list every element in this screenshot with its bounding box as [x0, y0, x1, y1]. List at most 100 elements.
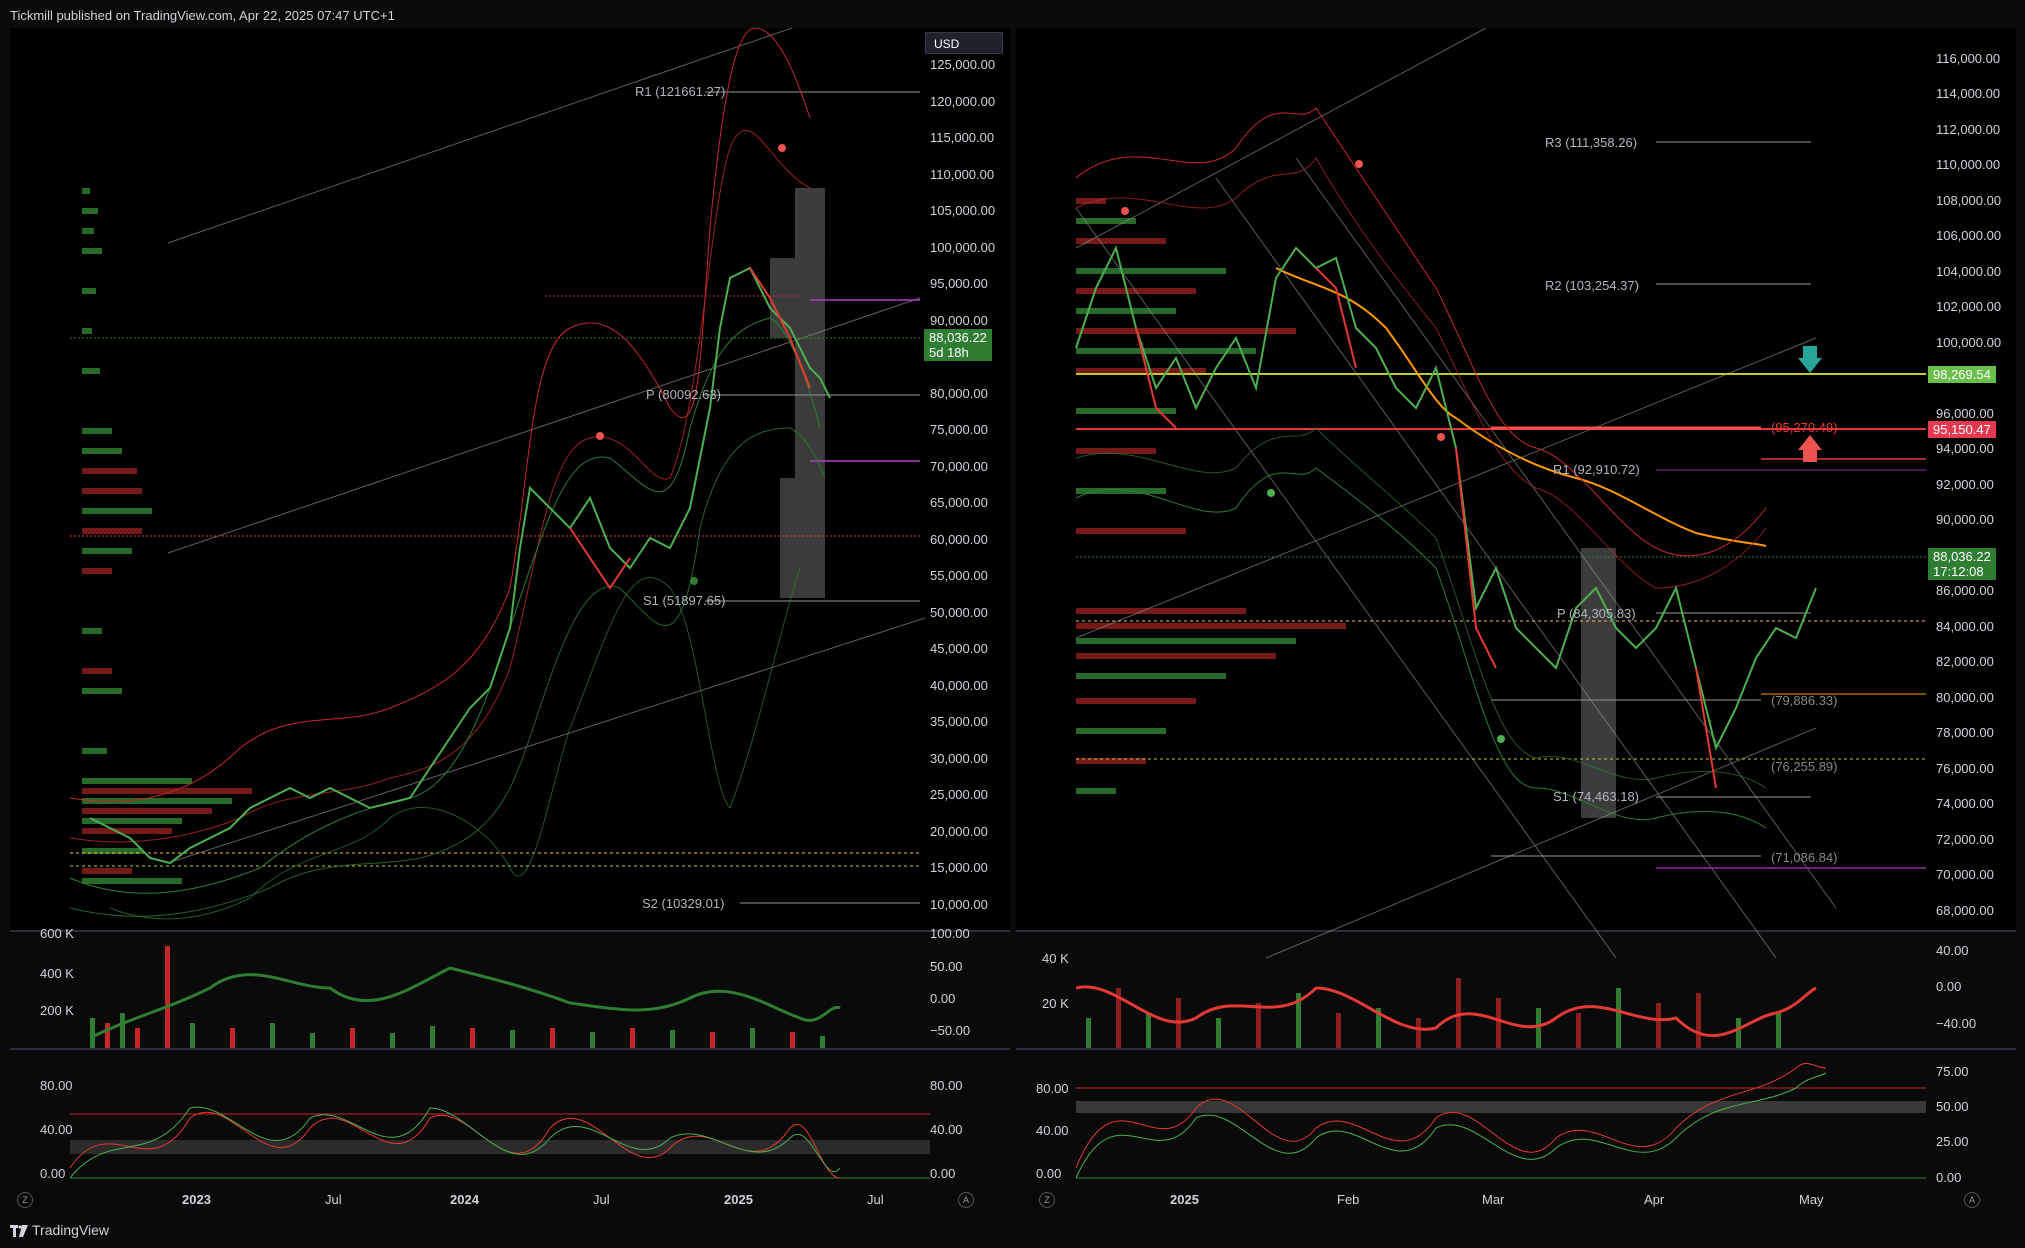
- pivot-p-label: P (84,305.83): [1557, 606, 1636, 621]
- osc-tick: 40.00: [1936, 943, 1969, 958]
- stoch-tick: 40.00: [930, 1122, 963, 1137]
- time-tick: Jul: [325, 1192, 342, 1207]
- tv-logo-icon: [10, 1225, 28, 1238]
- currency-selector[interactable]: USD: [925, 32, 1003, 54]
- pivot-r1-label: R1 (92,910.72): [1553, 462, 1640, 477]
- price-tick: 110,000.00: [1936, 157, 2001, 172]
- stoch-tick: 80.00: [930, 1078, 963, 1093]
- last-price-tag: 88,036.22 17:12:08: [1928, 548, 1996, 580]
- pivot-p-label: P (80092.63): [646, 387, 721, 402]
- sell-arrow-icon: [1798, 435, 1822, 462]
- price-tick: 20,000.00: [930, 824, 988, 839]
- volume-tick: 20 K: [1042, 996, 1069, 1011]
- price-tick: 35,000.00: [930, 714, 988, 729]
- buy-arrow-icon: [1798, 346, 1822, 373]
- price-tick: 120,000.00: [930, 94, 996, 109]
- volume-bars: [1086, 978, 1781, 1048]
- osc-tick: −40.00: [1936, 1016, 1977, 1031]
- level-label: (79,886.33): [1771, 693, 1838, 708]
- volume-tick: 600 K: [40, 926, 74, 941]
- stoch-lines: [1075, 1063, 1827, 1169]
- time-tick: Jul: [593, 1192, 610, 1207]
- time-tick: Jul: [867, 1192, 884, 1207]
- price-tick: 110,000.00: [930, 167, 995, 182]
- level-label: (95,270.49): [1771, 420, 1838, 435]
- publish-info: Tickmill published on TradingView.com, A…: [10, 8, 395, 23]
- price-tick: 25,000.00: [930, 787, 988, 802]
- pivot-s2-label: S2 (10329.01): [642, 896, 725, 911]
- stoch-tick: 25.00: [1936, 1134, 1969, 1149]
- time-tick: Mar: [1482, 1192, 1505, 1207]
- price-tick: 86,000.00: [1936, 583, 1994, 598]
- channel-lines: [1075, 28, 1837, 959]
- osc-tick: 0.00: [1936, 979, 1962, 994]
- time-tick: May: [1799, 1192, 1824, 1207]
- osc-tick: −50.00: [930, 1023, 971, 1038]
- price-tick: 15,000.00: [930, 860, 988, 875]
- footer-bar: TradingView: [0, 1212, 2025, 1248]
- price-tick: 10,000.00: [930, 897, 988, 912]
- price-tick: 94,000.00: [1936, 441, 1994, 456]
- pivot-s1-label: S1 (74,463.18): [1553, 789, 1640, 804]
- oscillator-line: [89, 966, 841, 1040]
- stoch-tick: 40.00: [40, 1122, 73, 1137]
- price-tick: 72,000.00: [1936, 832, 1994, 847]
- time-tick: Apr: [1644, 1192, 1665, 1207]
- price-tick: 78,000.00: [1936, 725, 1994, 740]
- left-price-chart[interactable]: [10, 28, 1010, 1212]
- osc-tick: 100.00: [930, 926, 970, 941]
- price-tick: 82,000.00: [1936, 654, 1994, 669]
- time-tick: 2025: [724, 1192, 753, 1207]
- stoch-tick: 0.00: [1036, 1166, 1062, 1181]
- stoch-tick: 0.00: [930, 1166, 956, 1181]
- zoom-reset-button[interactable]: Z: [1039, 1192, 1055, 1208]
- oscillator-line: [1075, 985, 1817, 1038]
- price-tick: 115,000.00: [930, 130, 995, 145]
- stoch-tick: 75.00: [1936, 1064, 1969, 1079]
- price-tick: 75,000.00: [930, 422, 988, 437]
- price-tick: 50,000.00: [930, 605, 988, 620]
- pivot-lines: [1491, 141, 1811, 857]
- pivot-r3-label: R3 (111,358.26): [1545, 135, 1638, 150]
- brand-label: TradingView: [32, 1222, 110, 1238]
- price-tick: 70,000.00: [1936, 867, 1994, 882]
- zoom-reset-button[interactable]: Z: [17, 1192, 33, 1208]
- price-tick: 95,000.00: [930, 276, 988, 291]
- right-price-chart[interactable]: [1016, 28, 2016, 1212]
- tradingview-logo[interactable]: TradingView: [10, 1222, 109, 1238]
- stoch-tick: 80.00: [1036, 1081, 1069, 1096]
- price-tick: 60,000.00: [930, 532, 988, 547]
- price-tick: 80,000.00: [1936, 690, 1994, 705]
- price-tick: 96,000.00: [1936, 406, 1994, 421]
- osc-tick: 50.00: [930, 959, 963, 974]
- price-tick: 102,000.00: [1936, 299, 2002, 314]
- price-tick: 104,000.00: [1936, 264, 2002, 279]
- pivot-s1-label: S1 (51897.65): [643, 593, 726, 608]
- green-level-tag: 98,269.54: [1928, 366, 1996, 383]
- time-tick: 2024: [450, 1192, 479, 1207]
- price-tick: 125,000.00: [930, 57, 996, 72]
- price-tick: 100,000.00: [930, 240, 996, 255]
- stoch-tick: 40.00: [1036, 1123, 1069, 1138]
- price-tick: 65,000.00: [930, 495, 988, 510]
- auto-scale-button[interactable]: A: [1964, 1192, 1980, 1208]
- osc-tick: 0.00: [930, 991, 956, 1006]
- price-tick: 100,000.00: [1936, 335, 2002, 350]
- pivot-r2-label: R2 (103,254.37): [1545, 278, 1639, 293]
- price-tick: 45,000.00: [930, 641, 988, 656]
- session-volume-profile: [1581, 548, 1616, 818]
- price-tick: 30,000.00: [930, 751, 988, 766]
- last-price-tag: 88,036.22 5d 18h: [924, 329, 992, 361]
- price-tick: 70,000.00: [930, 459, 988, 474]
- price-tick: 84,000.00: [1936, 619, 1994, 634]
- level-label: (71,086.84): [1771, 850, 1838, 865]
- auto-scale-button[interactable]: A: [958, 1192, 974, 1208]
- bollinger-bands: [69, 28, 826, 920]
- price-tick: 90,000.00: [930, 313, 988, 328]
- moving-average: [1275, 267, 1767, 547]
- price-tick: 114,000.00: [1936, 86, 2001, 101]
- volume-profile: [1076, 198, 1346, 794]
- time-tick: 2025: [1170, 1192, 1199, 1207]
- stoch-tick: 50.00: [1936, 1099, 1969, 1114]
- price-tick: 105,000.00: [930, 203, 996, 218]
